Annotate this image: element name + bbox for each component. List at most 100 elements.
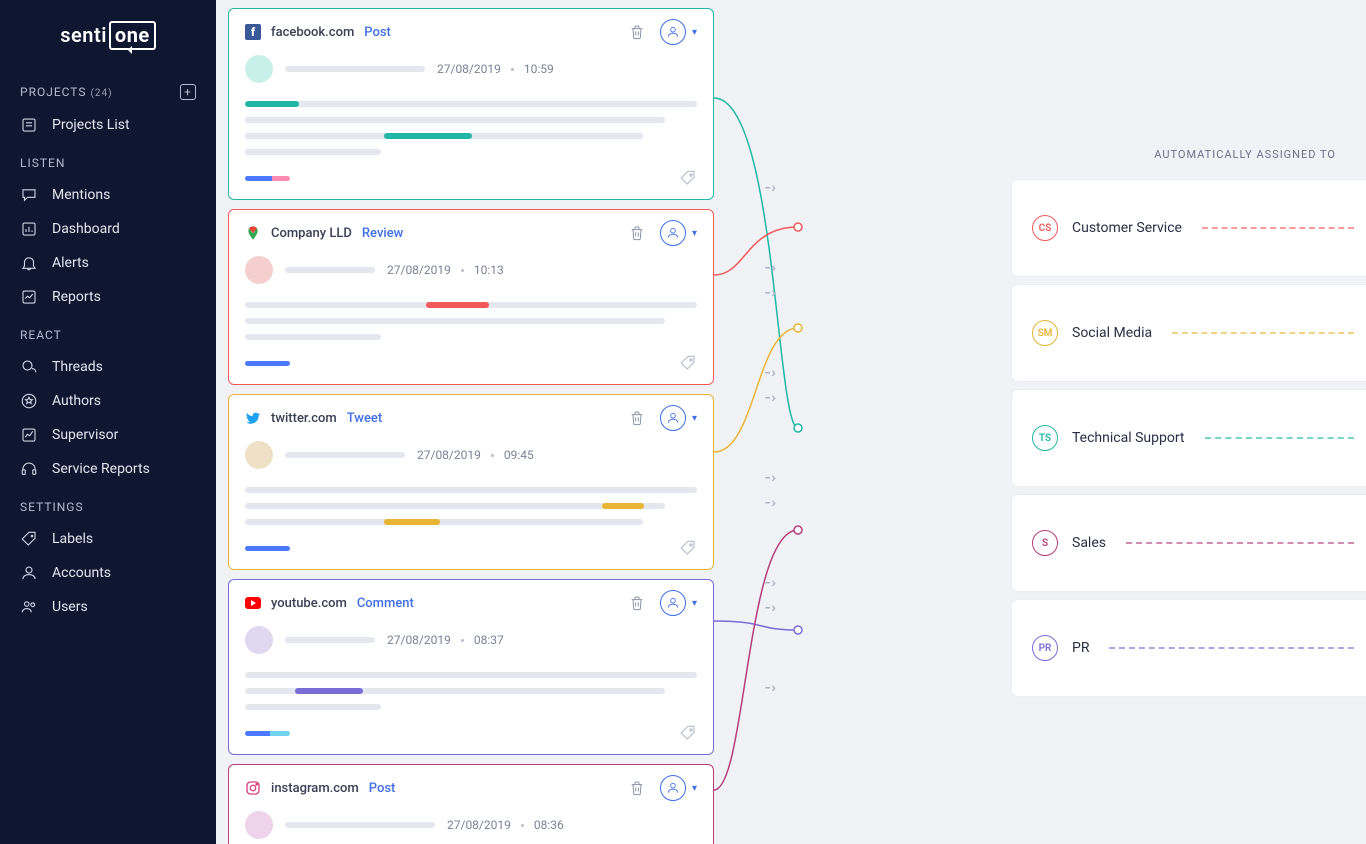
trend-icon [20, 288, 38, 306]
facebook-icon: f [245, 24, 261, 40]
dash-line [1126, 542, 1354, 544]
team-row: CSCustomer ServiceBotAgent [1012, 180, 1366, 276]
feed: ffacebook.comPost▾27/08/201910:59Company… [228, 8, 714, 844]
sidebar-item-projects-list[interactable]: Projects List [0, 108, 216, 142]
fork-arrows: -›-› [768, 180, 804, 276]
section-listen: LISTEN [0, 142, 216, 178]
timestamp: 27/08/201908:36 [447, 818, 564, 832]
list-icon [20, 116, 38, 134]
assign-button[interactable] [660, 775, 686, 801]
content-placeholder [245, 672, 697, 710]
sidebar-item-labels[interactable]: Labels [0, 522, 216, 556]
delete-button[interactable] [624, 775, 650, 801]
delete-button[interactable] [624, 405, 650, 431]
sidebar-item-label: Alerts [52, 255, 89, 271]
post-kind: Post [369, 781, 396, 796]
team-card[interactable]: PR PR [1012, 600, 1366, 696]
team-row: PRPRBotAgent [1012, 600, 1366, 696]
team-name: Technical Support [1072, 430, 1185, 446]
twitter-icon [245, 410, 261, 426]
author-placeholder [285, 822, 435, 828]
tag-icon[interactable] [679, 169, 697, 187]
logo-right: one [109, 21, 156, 50]
delete-button[interactable] [624, 220, 650, 246]
bell-icon [20, 254, 38, 272]
sidebar-item-label: Users [52, 599, 88, 615]
source-name: Company LLD [271, 226, 352, 241]
sidebar-item-authors[interactable]: Authors [0, 384, 216, 418]
sidebar-item-accounts[interactable]: Accounts [0, 556, 216, 590]
timestamp: 27/08/201909:45 [417, 448, 534, 462]
post-kind: Tweet [347, 411, 383, 426]
fork-arrows: -›-› [768, 390, 804, 486]
author-placeholder [285, 267, 375, 273]
tag-icon[interactable] [679, 724, 697, 742]
chevron-down-icon[interactable]: ▾ [692, 228, 697, 239]
post-kind: Post [364, 25, 391, 40]
youtube-icon [245, 595, 261, 611]
tag-icon[interactable] [679, 354, 697, 372]
delete-button[interactable] [624, 590, 650, 616]
post-kind: Review [362, 226, 403, 241]
assign-button[interactable] [660, 19, 686, 45]
feed-card[interactable]: ffacebook.comPost▾27/08/201910:59 [228, 8, 714, 200]
post-kind: Comment [357, 596, 414, 611]
author-placeholder [285, 66, 425, 72]
team-badge: PR [1032, 635, 1058, 661]
tag-icon [20, 530, 38, 548]
sidebar-item-label: Threads [52, 359, 103, 375]
sidebar-item-service-reports[interactable]: Service Reports [0, 452, 216, 486]
source-name: instagram.com [271, 781, 359, 796]
auto-assigned-title: AUTOMATICALLY ASSIGNED TO [1154, 148, 1336, 161]
team-card[interactable]: SM Social Media [1012, 285, 1366, 381]
sidebar-item-alerts[interactable]: Alerts [0, 246, 216, 280]
label-bar [245, 731, 290, 736]
dash-line [1205, 437, 1355, 439]
assign-button[interactable] [660, 590, 686, 616]
supervisor-icon [20, 426, 38, 444]
add-project-button[interactable]: + [180, 84, 196, 100]
delete-button[interactable] [624, 19, 650, 45]
section-settings: SETTINGS [0, 486, 216, 522]
sidebar-item-reports[interactable]: Reports [0, 280, 216, 314]
content-placeholder [245, 302, 697, 340]
tag-icon[interactable] [679, 539, 697, 557]
sidebar-item-threads[interactable]: Threads [0, 350, 216, 384]
chevron-down-icon[interactable]: ▾ [692, 413, 697, 424]
team-badge: SM [1032, 320, 1058, 346]
feed-card[interactable]: youtube.comComment▾27/08/201908:37 [228, 579, 714, 755]
sidebar-item-supervisor[interactable]: Supervisor [0, 418, 216, 452]
sidebar-item-label: Dashboard [52, 221, 120, 237]
chevron-down-icon[interactable]: ▾ [692, 598, 697, 609]
team-row: TSTechnical SupportBotAgent [1012, 390, 1366, 486]
avatar [245, 256, 273, 284]
team-name: Customer Service [1072, 220, 1182, 236]
team-card[interactable]: CSCustomer Service [1012, 180, 1366, 276]
sidebar-item-mentions[interactable]: Mentions [0, 178, 216, 212]
team-name: PR [1072, 640, 1089, 656]
sidebar-item-label: Projects List [52, 117, 130, 133]
timestamp: 27/08/201908:37 [387, 633, 504, 647]
instagram-icon [245, 780, 261, 796]
sidebar-item-label: Service Reports [52, 461, 150, 477]
feed-card[interactable]: twitter.com Tweet ▾ 27/08/201909:45 [228, 394, 714, 570]
team-name: Social Media [1072, 325, 1152, 341]
sidebar-item-users[interactable]: Users [0, 590, 216, 624]
star-icon [20, 392, 38, 410]
source-name: twitter.com [271, 411, 337, 426]
sidebar-item-label: Authors [52, 393, 101, 409]
feed-card[interactable]: instagram.com Post ▾ 27/08/201908:36 [228, 764, 714, 844]
sidebar-item-dashboard[interactable]: Dashboard [0, 212, 216, 246]
timestamp: 27/08/201910:13 [387, 263, 504, 277]
chevron-down-icon[interactable]: ▾ [692, 783, 697, 794]
team-card[interactable]: SSales [1012, 495, 1366, 591]
team-badge: TS [1032, 425, 1058, 451]
team-card[interactable]: TS Technical Support [1012, 390, 1366, 486]
assign-button[interactable] [660, 220, 686, 246]
sidebar-item-label: Supervisor [52, 427, 118, 443]
chevron-down-icon[interactable]: ▾ [692, 27, 697, 38]
section-projects: PROJECTS (24) + [0, 70, 216, 108]
feed-card[interactable]: Company LLD Review ▾ 27/08/201910:13 [228, 209, 714, 385]
assign-button[interactable] [660, 405, 686, 431]
headset-icon [20, 460, 38, 478]
